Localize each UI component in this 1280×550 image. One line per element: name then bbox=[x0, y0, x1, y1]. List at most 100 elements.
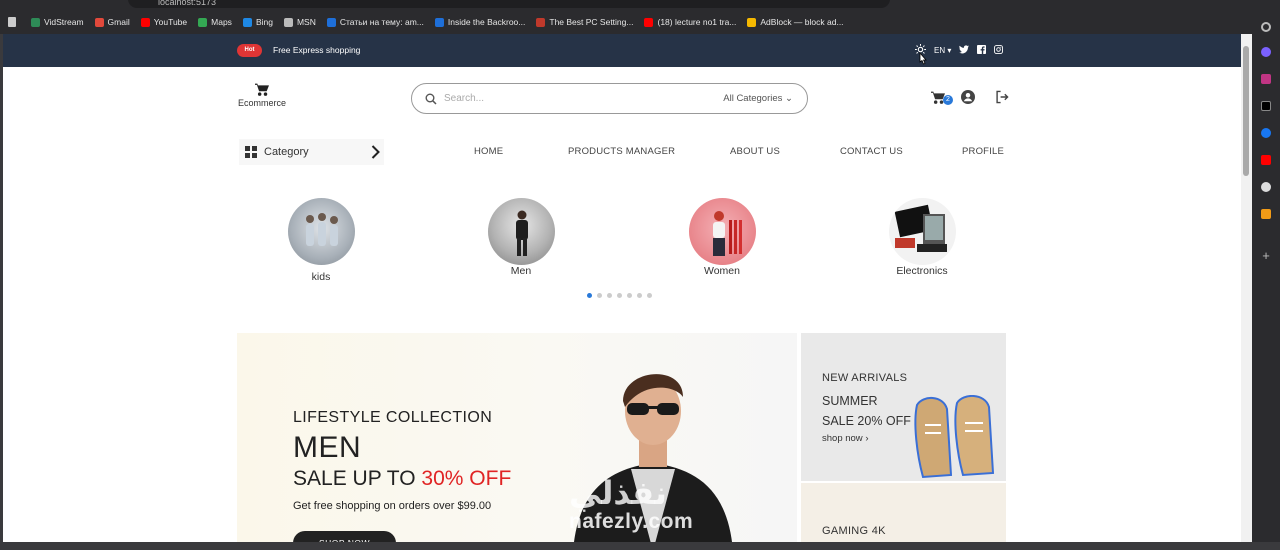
youtube-icon bbox=[140, 17, 150, 27]
youtube-icon bbox=[644, 17, 654, 27]
video-overlay-bar bbox=[0, 542, 1280, 550]
carousel-dot[interactable] bbox=[627, 293, 632, 298]
bookmark-backrooms[interactable]: Inside the Backroo... bbox=[434, 17, 525, 27]
facebook-icon[interactable] bbox=[977, 45, 987, 56]
bookmarks-apps-icon[interactable] bbox=[8, 17, 20, 27]
carousel-dot[interactable] bbox=[587, 293, 592, 298]
nav-about-us[interactable]: ABOUT US bbox=[730, 146, 780, 157]
maps-icon bbox=[198, 17, 208, 27]
category-electronics-image[interactable] bbox=[889, 198, 956, 265]
browser-sidebar: + bbox=[1252, 0, 1280, 550]
promo-text: Free Express shopping bbox=[273, 45, 361, 55]
carousel-dots bbox=[587, 293, 652, 298]
nav-products-manager[interactable]: PRODUCTS MANAGER bbox=[568, 146, 675, 157]
instagram-icon[interactable] bbox=[1261, 74, 1271, 84]
women-photo bbox=[713, 211, 742, 256]
bookmark-vidstream[interactable]: VidStream bbox=[31, 17, 84, 27]
search-input[interactable]: Search... bbox=[444, 93, 484, 104]
bookmark-adblock[interactable]: AdBlock — block ad... bbox=[747, 17, 844, 27]
github-icon[interactable] bbox=[1261, 182, 1271, 192]
category-electronics-label[interactable]: Electronics bbox=[872, 265, 972, 277]
watermark-logo: نفذلي bbox=[569, 475, 667, 511]
hero-banner: LIFESTYLE COLLECTION MEN SALE UP TO 30% … bbox=[237, 333, 797, 550]
twitter-icon[interactable] bbox=[959, 45, 970, 56]
hero-subtitle: Get free shopping on orders over $99.00 bbox=[293, 500, 492, 512]
bookmarks-bar: VidStream Gmail YouTube Maps Bing MSN Ст… bbox=[0, 10, 1280, 34]
bookmark-youtube[interactable]: YouTube bbox=[140, 17, 187, 27]
nav-contact-us[interactable]: CONTACT US bbox=[840, 146, 903, 157]
messenger-icon[interactable] bbox=[1261, 47, 1271, 57]
hero-kicker: LIFESTYLE COLLECTION bbox=[293, 409, 493, 426]
nav-home[interactable]: HOME bbox=[474, 146, 503, 157]
carousel-dot[interactable] bbox=[637, 293, 642, 298]
facebook-icon[interactable] bbox=[1261, 128, 1271, 138]
watermark-text: nafezly.com bbox=[569, 510, 694, 533]
promo-card-summer[interactable]: NEW ARRIVALS SUMMER SALE 20% OFF shop no… bbox=[801, 333, 1006, 481]
add-icon[interactable]: + bbox=[1261, 249, 1271, 262]
men-photo bbox=[516, 210, 528, 256]
category-kids-image[interactable] bbox=[288, 198, 355, 265]
hero-sale-prefix: SALE UP TO bbox=[293, 467, 416, 490]
msn-icon bbox=[283, 17, 293, 27]
youtube-icon[interactable] bbox=[1261, 155, 1271, 165]
carousel-dot[interactable] bbox=[647, 293, 652, 298]
promo-card-gaming[interactable]: GAMING 4K bbox=[801, 483, 1006, 550]
adblock-icon bbox=[747, 17, 757, 27]
promo-card-line1: SUMMER bbox=[822, 394, 878, 408]
backrooms-icon bbox=[434, 17, 444, 27]
bookmark-pc-settings[interactable]: The Best PC Setting... bbox=[536, 17, 633, 27]
bookmark-lecture[interactable]: (18) lecture no1 tra... bbox=[644, 17, 736, 27]
page-scrollbar[interactable] bbox=[1241, 34, 1252, 550]
web-page: Hot Free Express shopping EN ▾ Ecommerce… bbox=[3, 34, 1241, 550]
carousel-dot[interactable] bbox=[607, 293, 612, 298]
article-icon bbox=[326, 17, 336, 27]
logo-text: Ecommerce bbox=[237, 98, 286, 108]
cart-count-badge: 2 bbox=[943, 95, 953, 105]
search-icon[interactable] bbox=[1261, 22, 1271, 32]
shoes-image bbox=[914, 395, 995, 479]
logout-icon[interactable] bbox=[995, 90, 1009, 104]
site-logo[interactable]: Ecommerce bbox=[237, 83, 287, 108]
instagram-icon[interactable] bbox=[994, 45, 1004, 56]
category-men-label[interactable]: Men bbox=[471, 265, 571, 277]
category-kids-label[interactable]: kids bbox=[271, 271, 371, 283]
promo-card-kicker: GAMING 4K bbox=[822, 525, 886, 537]
carousel-dot[interactable] bbox=[597, 293, 602, 298]
bookmark-msn[interactable]: MSN bbox=[283, 17, 316, 27]
hero-sale: SALE UP TO 30% OFF bbox=[293, 467, 511, 491]
hero-sale-highlight: 30% OFF bbox=[421, 467, 512, 490]
nav-profile[interactable]: PROFILE bbox=[962, 146, 1004, 157]
language-select[interactable]: EN ▾ bbox=[934, 46, 951, 55]
electronics-photo bbox=[894, 204, 947, 252]
bookmark-gmail[interactable]: Gmail bbox=[94, 17, 130, 27]
promo-card-kicker: NEW ARRIVALS bbox=[822, 372, 908, 384]
category-women-image[interactable] bbox=[689, 198, 756, 265]
browser-toolbar: localhost:5173 bbox=[0, 0, 1280, 10]
scroll-thumb[interactable] bbox=[1243, 46, 1249, 176]
category-men-image[interactable] bbox=[488, 198, 555, 265]
pc-settings-icon bbox=[536, 17, 546, 27]
category-women-label[interactable]: Women bbox=[672, 265, 772, 277]
account-icon[interactable] bbox=[961, 90, 975, 104]
address-bar[interactable]: localhost:5173 bbox=[128, 0, 890, 8]
cart-logo-icon bbox=[255, 83, 269, 96]
search-bar[interactable]: Search... All Categories ⌄ bbox=[411, 83, 808, 114]
analytics-icon[interactable] bbox=[1261, 209, 1271, 219]
kids-photo bbox=[306, 213, 338, 246]
gmail-icon bbox=[94, 17, 104, 27]
mouse-cursor-icon bbox=[919, 52, 927, 65]
hot-badge: Hot bbox=[237, 44, 262, 57]
top-utility-icons: EN ▾ bbox=[915, 44, 1004, 57]
shop-now-link[interactable]: shop now › bbox=[822, 433, 868, 444]
bing-icon bbox=[242, 17, 252, 27]
bookmark-maps[interactable]: Maps bbox=[198, 17, 232, 27]
carousel-dot[interactable] bbox=[617, 293, 622, 298]
bookmark-bing[interactable]: Bing bbox=[242, 17, 273, 27]
bookmark-articles[interactable]: Статьи на тему: am... bbox=[326, 17, 424, 27]
x-icon[interactable] bbox=[1261, 101, 1271, 111]
main-nav: HOME PRODUCTS MANAGER ABOUT US CONTACT U… bbox=[3, 146, 1241, 160]
category-select[interactable]: All Categories ⌄ bbox=[723, 93, 793, 104]
hero-title: MEN bbox=[293, 431, 362, 464]
promo-card-line2: SALE 20% OFF bbox=[822, 414, 911, 428]
chevron-right-icon: › bbox=[865, 433, 869, 444]
